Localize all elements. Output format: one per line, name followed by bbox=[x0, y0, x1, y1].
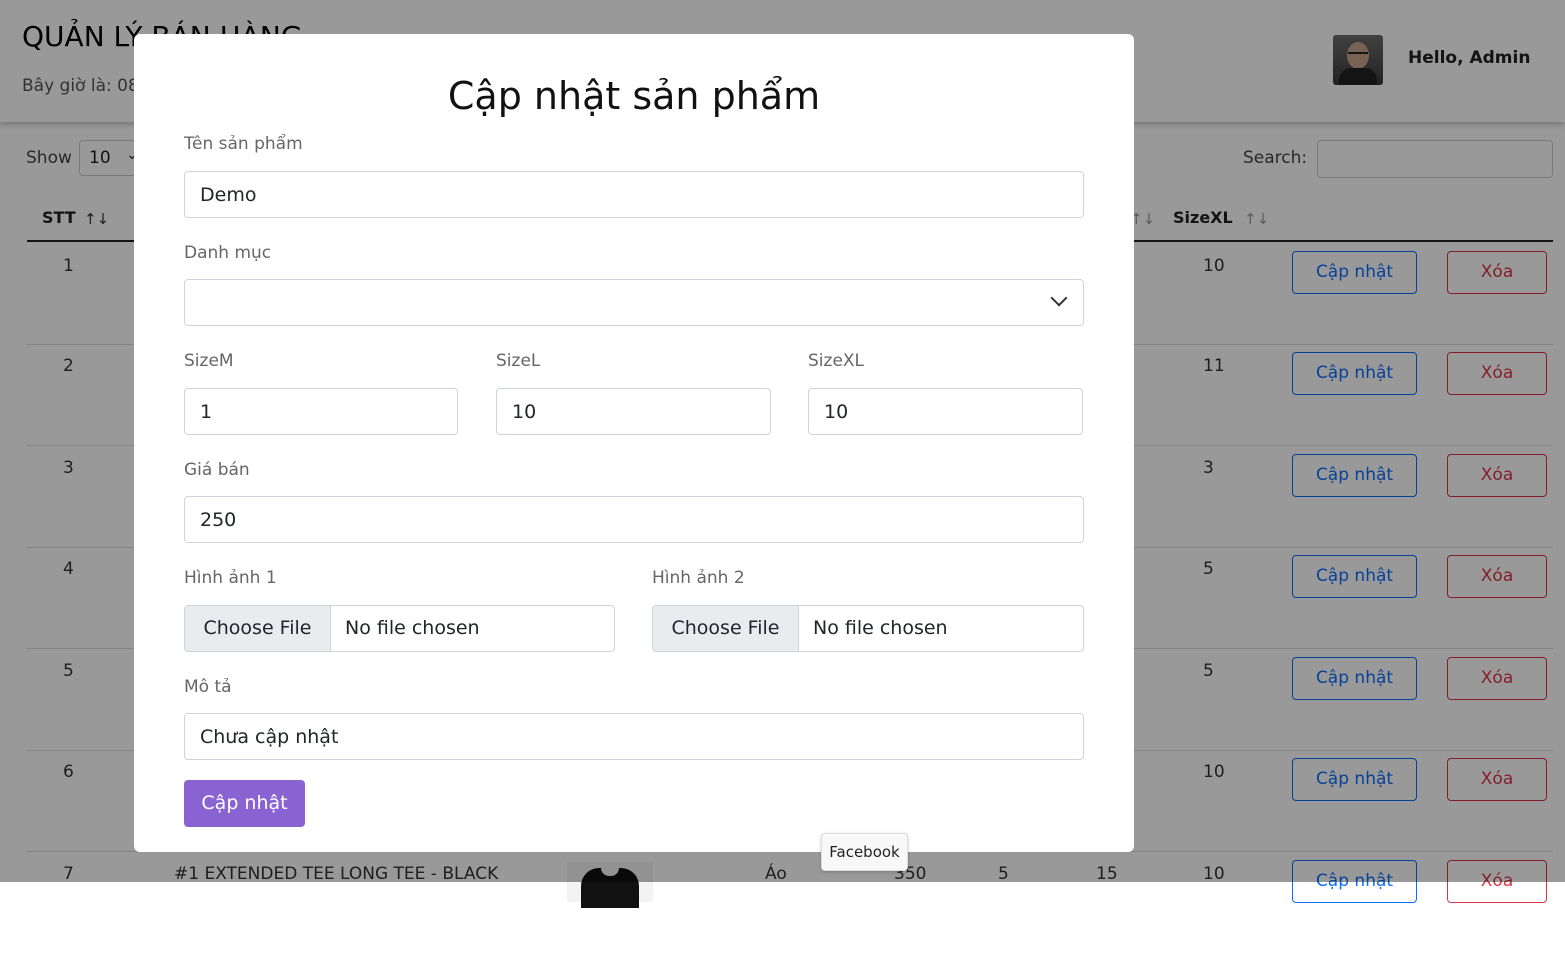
sizexl-label: SizeXL bbox=[808, 351, 865, 371]
description-label: Mô tả bbox=[184, 677, 232, 697]
chevron-down-icon bbox=[1050, 289, 1068, 307]
image2-label: Hình ảnh 2 bbox=[652, 568, 745, 588]
image2-file-input[interactable]: Choose File No file chosen bbox=[652, 605, 1084, 652]
sizel-input[interactable] bbox=[496, 388, 771, 435]
sizem-label: SizeM bbox=[184, 351, 234, 371]
sizem-input[interactable] bbox=[184, 388, 458, 435]
description-input[interactable] bbox=[184, 713, 1084, 760]
price-input[interactable] bbox=[184, 496, 1084, 543]
product-name-input[interactable] bbox=[184, 171, 1084, 218]
category-label: Danh mục bbox=[184, 243, 272, 263]
no-file-text: No file chosen bbox=[813, 617, 948, 639]
facebook-tooltip: Facebook bbox=[821, 833, 908, 871]
image1-label: Hình ảnh 1 bbox=[184, 568, 277, 588]
image1-file-input[interactable]: Choose File No file chosen bbox=[184, 605, 615, 652]
update-product-modal: Cập nhật sản phẩm Tên sản phẩm Danh mục … bbox=[134, 34, 1134, 852]
modal-title: Cập nhật sản phẩm bbox=[447, 74, 821, 118]
product-name-label: Tên sản phẩm bbox=[184, 134, 303, 154]
no-file-text: No file chosen bbox=[345, 617, 480, 639]
sizexl-input[interactable] bbox=[808, 388, 1083, 435]
sizel-label: SizeL bbox=[496, 351, 541, 371]
choose-file-button[interactable]: Choose File bbox=[185, 606, 331, 651]
category-select[interactable] bbox=[184, 279, 1084, 326]
choose-file-button[interactable]: Choose File bbox=[653, 606, 799, 651]
price-label: Giá bán bbox=[184, 460, 250, 480]
update-submit-button[interactable]: Cập nhật bbox=[184, 780, 305, 827]
